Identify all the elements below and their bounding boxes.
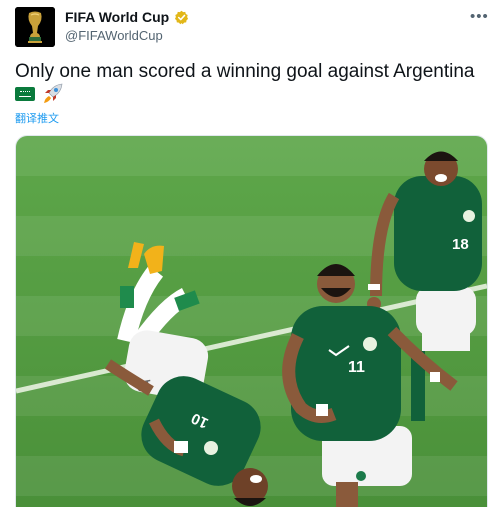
svg-text:18: 18 bbox=[452, 236, 469, 253]
handle[interactable]: @FIFAWorldCup bbox=[65, 28, 163, 43]
tweet-text: Only one man scored a winning goal again… bbox=[15, 61, 475, 82]
svg-text:11: 11 bbox=[348, 359, 365, 376]
world-cup-trophy-icon bbox=[15, 7, 55, 47]
more-options-icon[interactable]: ••• bbox=[470, 8, 489, 25]
rocket-icon bbox=[44, 83, 63, 103]
saudi-flag-icon bbox=[15, 87, 35, 101]
tweet-photo[interactable]: 18 11 10 10 bbox=[15, 135, 488, 507]
celebration-photo: 18 11 10 10 bbox=[16, 136, 487, 507]
tweet-card[interactable]: FIFA World Cup @FIFAWorldCup ••• Only on… bbox=[0, 0, 500, 507]
verified-badge-icon bbox=[175, 10, 189, 24]
avatar[interactable] bbox=[15, 7, 55, 47]
display-name[interactable]: FIFA World Cup bbox=[65, 9, 169, 25]
translate-link[interactable]: 翻译推文 bbox=[15, 110, 59, 126]
